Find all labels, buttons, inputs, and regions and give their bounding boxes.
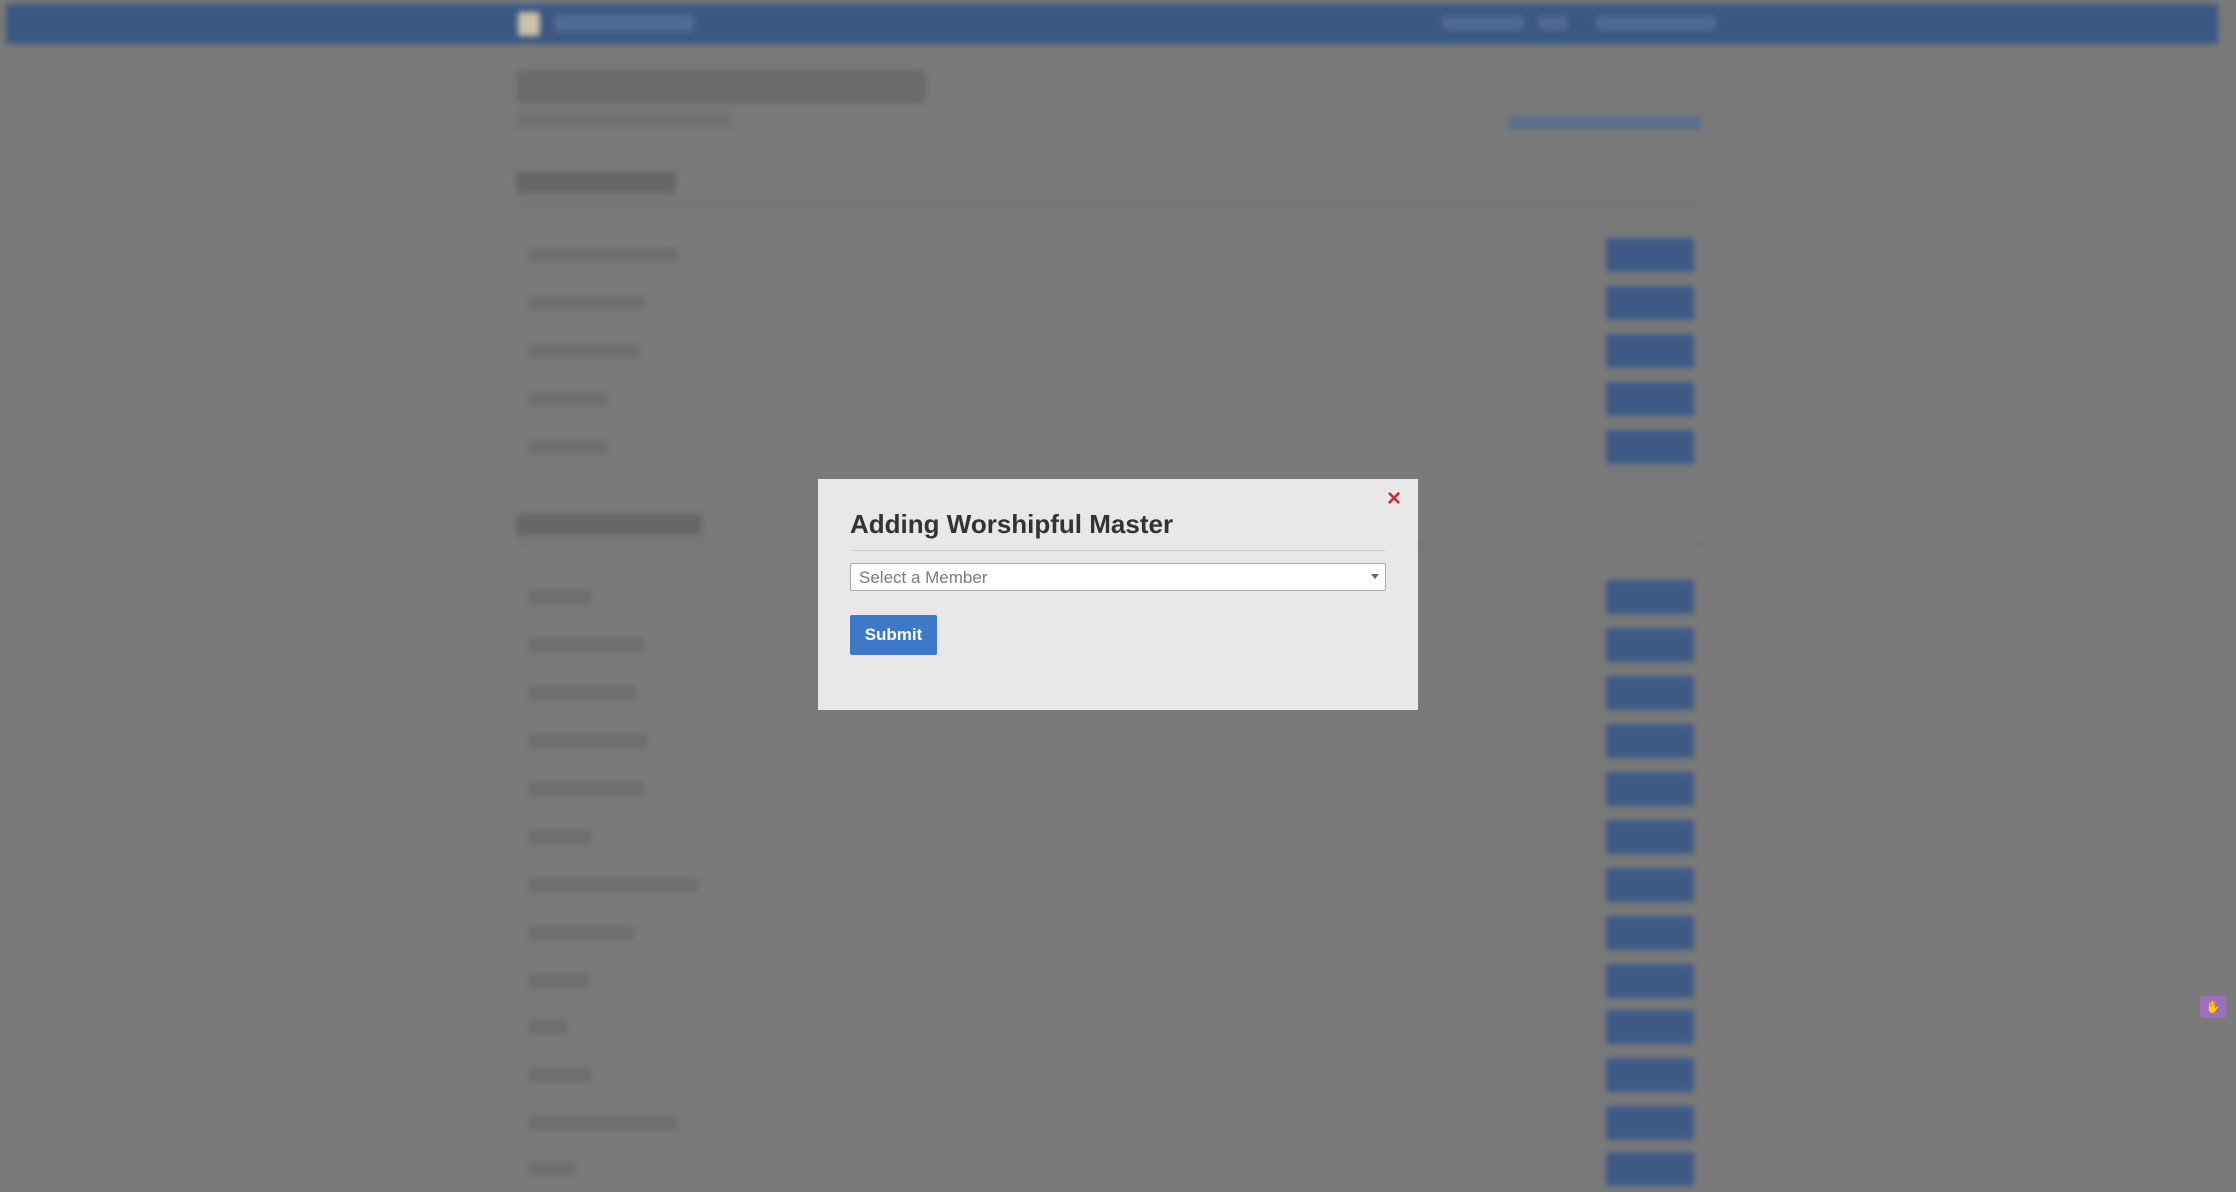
office-button <box>1606 382 1694 416</box>
nav-link <box>1538 16 1568 30</box>
modal-divider <box>850 550 1386 551</box>
top-navbar <box>6 4 2218 44</box>
office-button <box>1606 916 1694 950</box>
office-button <box>1606 772 1694 806</box>
office-row <box>518 330 1702 374</box>
office-button <box>1606 334 1694 368</box>
page-title <box>516 70 926 104</box>
site-logo <box>518 12 540 36</box>
office-row <box>518 912 1702 956</box>
member-select-placeholder: Select a Member <box>859 568 988 587</box>
office-button <box>1606 868 1694 902</box>
office-row <box>518 816 1702 860</box>
office-row <box>518 768 1702 812</box>
page-subtitle <box>516 112 732 128</box>
office-button <box>1606 1058 1694 1092</box>
office-button <box>1606 820 1694 854</box>
close-icon[interactable]: × <box>1382 487 1406 511</box>
office-button <box>1606 676 1694 710</box>
office-row <box>518 426 1702 470</box>
member-select[interactable]: Select a Member <box>850 563 1386 591</box>
office-button <box>1606 724 1694 758</box>
office-row <box>518 1148 1702 1192</box>
office-row <box>518 282 1702 326</box>
site-brand <box>554 14 694 32</box>
office-button <box>1606 1152 1694 1186</box>
modal-title: Adding Worshipful Master <box>850 509 1174 539</box>
office-row <box>518 960 1702 1004</box>
office-row <box>518 1102 1702 1146</box>
office-button <box>1606 580 1694 614</box>
office-button <box>1606 1106 1694 1140</box>
office-row <box>518 378 1702 422</box>
widget-icon[interactable]: ✋ <box>2200 996 2226 1018</box>
office-button <box>1606 286 1694 320</box>
nav-link <box>1442 16 1524 30</box>
office-button <box>1606 430 1694 464</box>
office-button <box>1606 964 1694 998</box>
office-row <box>518 1054 1702 1098</box>
add-officer-modal: × Adding Worshipful Master Select a Memb… <box>818 479 1418 710</box>
page-header-link <box>1508 116 1702 130</box>
section-heading <box>516 170 1702 204</box>
office-button <box>1606 238 1694 272</box>
office-button <box>1606 1010 1694 1044</box>
chevron-down-icon <box>1371 574 1379 579</box>
office-row <box>518 864 1702 908</box>
office-row <box>518 234 1702 278</box>
nav-link <box>1596 16 1716 30</box>
office-button <box>1606 628 1694 662</box>
office-row <box>518 1006 1702 1050</box>
office-row <box>518 720 1702 764</box>
submit-button[interactable]: Submit <box>850 615 937 655</box>
